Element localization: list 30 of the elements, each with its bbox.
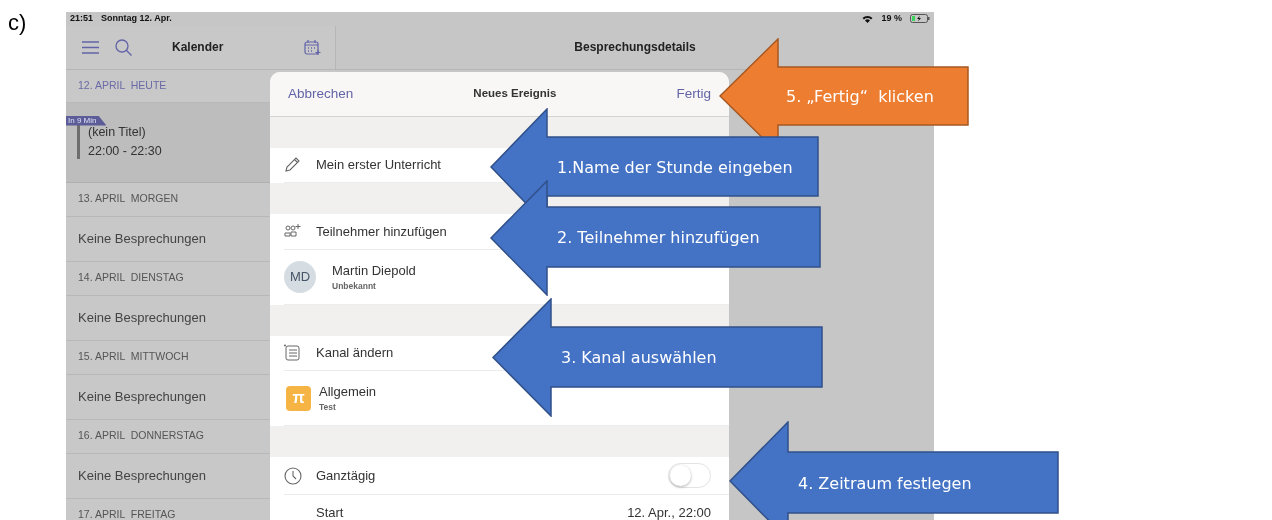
callout-text: 3. Kanal auswählen [561,347,717,369]
battery-percent: 19 % [881,12,902,25]
search-icon[interactable] [115,38,132,56]
battery-icon [910,14,930,24]
section-label: c) [7,9,28,37]
pane-title: Besprechungsdetails [574,39,696,56]
done-button[interactable]: Fertig [676,83,711,105]
event-title: (kein Titel) [88,124,147,142]
wifi-icon [862,14,874,23]
status-date: Sonntag 12. Apr. [101,12,172,25]
pencil-icon [284,156,302,174]
team-name: Test [319,401,337,415]
field-label: Start [316,504,345,520]
callout-text: 4. Zeitraum festlegen [798,472,972,495]
callout-text: 2. Teilnehmer hinzufügen [557,227,760,249]
event-bar [77,125,80,159]
callout-text: 1.Name der Stunde eingeben [557,156,793,179]
date-value[interactable]: 12. Apr., 22:00 [627,503,711,520]
status-time: 21:51 [70,12,94,25]
pane-title: Kalender [172,39,224,56]
channel-icon: π [286,385,311,411]
avatar-circle: MD [284,261,316,293]
menu-icon[interactable] [82,40,99,54]
time-badge: In 9 Min [66,115,107,126]
list-icon [284,344,302,362]
event-time: 22:00 - 22:30 [88,143,162,160]
calendar-add-icon[interactable] [304,38,321,56]
clock-icon [284,466,302,485]
callout-text: 5. „Fertig“ klicken [786,86,934,108]
sheet-title: Neues Ereignis [473,86,557,102]
